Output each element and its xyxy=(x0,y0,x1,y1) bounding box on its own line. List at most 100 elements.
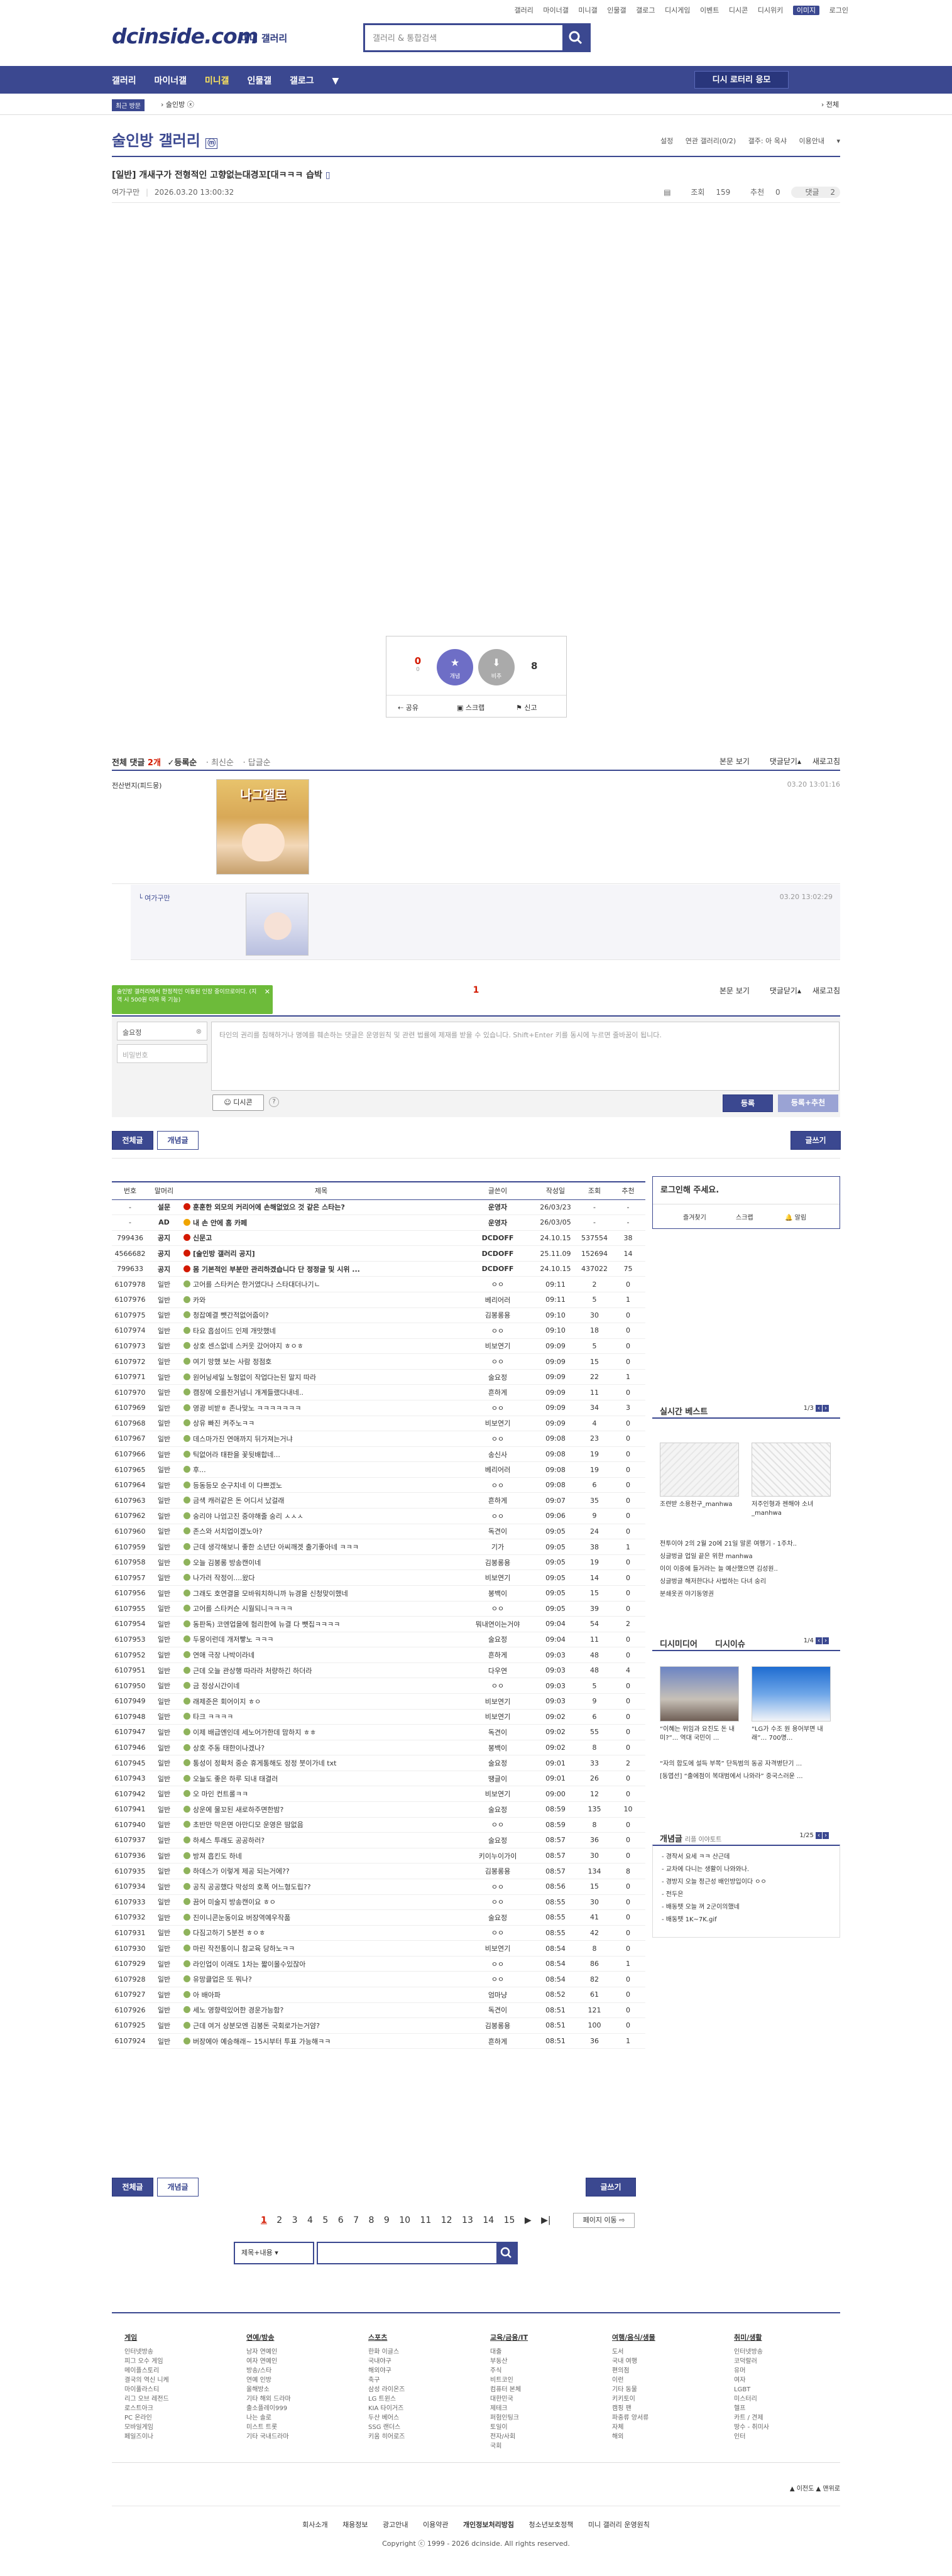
lottery-button[interactable]: 디시 로터리 응모 xyxy=(694,71,789,89)
logo[interactable]: dcinside.com xyxy=(112,24,258,48)
row-author[interactable]: 김봉롱용 xyxy=(462,2017,533,2034)
row-author[interactable]: ㅇㅇ xyxy=(462,1353,533,1370)
row-author[interactable]: 술요정 xyxy=(462,1801,533,1818)
table-row[interactable]: 6107962 일반 숭리야 나엄고진 중야해줄 숭리 ㅅㅅㅅ ㅇㅇ 09:06 9 0 xyxy=(112,1508,645,1524)
comment-textarea[interactable]: 타인의 권리를 침해하거나 명예를 훼손하는 댓글은 운영원칙 및 관련 법률에… xyxy=(211,1022,840,1091)
password-field[interactable]: 비밀번호 xyxy=(117,1044,207,1063)
footer-link[interactable]: 광고안내 xyxy=(383,2521,408,2529)
nav-mini[interactable]: 미니갤 xyxy=(205,76,229,86)
row-author[interactable]: ㅇㅇ xyxy=(462,1601,533,1617)
next-icon[interactable]: › xyxy=(823,1405,829,1412)
table-row[interactable]: 6107933 일반 끔어 미술지 방송캔이요 ㅎㅇ ㅇㅇ 08:55 30 0 xyxy=(112,1894,645,1911)
reply-author[interactable]: └ 여가구만 xyxy=(138,893,170,903)
row-title-text[interactable]: 다짐고하기 5분전 ㅎㅇㅎ xyxy=(193,1929,265,1937)
footer-item[interactable]: 연예 인방 xyxy=(246,2376,359,2385)
row-author[interactable]: 운영자 xyxy=(462,1199,533,1216)
table-row[interactable]: 6107960 일반 존스와 서치업이겠노아? 독견이 09:05 24 0 xyxy=(112,1524,645,1540)
row-title[interactable]: 카와 xyxy=(180,1292,462,1308)
prev-icon[interactable]: ‹ xyxy=(816,1637,822,1644)
table-row[interactable]: 6107963 일반 금색 캐러같은 돈 어디서 났걸래 흔하게 09:07 35 0 xyxy=(112,1492,645,1509)
footer-item[interactable]: LG 트윈스 xyxy=(368,2394,481,2404)
reply-dccon-image[interactable] xyxy=(246,893,309,956)
bottom-search-button[interactable] xyxy=(496,2243,517,2263)
row-title[interactable]: 등동등모 순구치네 이 다쁘겠노 xyxy=(180,1477,462,1493)
row-title-text[interactable]: 세노 영향력있어한 경운가능함? xyxy=(193,2006,283,2014)
footer-item[interactable]: 모바일게임 xyxy=(124,2423,238,2432)
row-author[interactable]: ㅇㅇ xyxy=(462,1508,533,1524)
row-title[interactable]: 원어닝세일 노헝없이 작업다는된 말지 따라 xyxy=(180,1369,462,1385)
row-title-text[interactable]: 내 손 안에 홈 카페 xyxy=(193,1219,247,1227)
row-author[interactable]: ㅇㅇ xyxy=(462,1925,533,1941)
table-row[interactable]: 6107948 일반 타크 ㅋㅋㅋㅋ 비보연기 09:02 6 0 xyxy=(112,1709,645,1725)
row-title-text[interactable]: 하세스 투래도 공공하러? xyxy=(193,1836,265,1845)
footer-item[interactable]: 리그 오브 레전드 xyxy=(124,2394,238,2404)
top-link-wiki[interactable]: 디시위키 xyxy=(758,6,783,14)
page-11[interactable]: 11 xyxy=(420,2215,431,2225)
row-title-text[interactable]: 동판독) 코엔업을에 험리한에 뉴결 다 뺏집ㅋㅋㅋㅋ xyxy=(193,1620,340,1629)
footer-item[interactable]: 인터넷방송 xyxy=(124,2347,238,2357)
footer-item[interactable]: 삼성 라이온즈 xyxy=(368,2385,481,2394)
sort-reply[interactable]: · 답글순 xyxy=(243,758,270,768)
table-row[interactable]: 6107971 일반 원어닝세일 노헝없이 작업다는된 말지 따라 술요정 09:09 2… xyxy=(112,1369,645,1385)
row-title[interactable]: 존스와 서치업이겠노아? xyxy=(180,1524,462,1540)
footer-column-title[interactable]: 스포츠 xyxy=(368,2332,481,2342)
row-title[interactable]: 데스마가진 연애까지 뒤가져는거냐 xyxy=(180,1431,462,1447)
row-author[interactable]: ㅇㅇ xyxy=(462,1879,533,1895)
row-title-text[interactable]: 상유 빠진 켜주노ㅋㅋ xyxy=(193,1419,254,1427)
row-title-text[interactable]: 금 정상시간이네 xyxy=(193,1682,239,1690)
realtime-item-2[interactable]: 저주인형과 젠해야 소녀_manhwa xyxy=(752,1500,827,1518)
footer-item[interactable]: 남자 연예인 xyxy=(246,2347,359,2357)
recent-visit-button[interactable]: 최근 방문 xyxy=(112,99,145,111)
row-title[interactable]: 끔어 미술지 방송캔이요 ㅎㅇ xyxy=(180,1894,462,1911)
nav-more-icon[interactable]: ▼ xyxy=(332,76,339,86)
row-title[interactable]: 금색 캐러같은 돈 어디서 났걸래 xyxy=(180,1492,462,1509)
table-row[interactable]: 6107941 일반 상운에 물꼬된 새로하주면한밤? 술요정 08:59 135 10 xyxy=(112,1801,645,1818)
dc-issue-title[interactable]: 디시이슈 xyxy=(715,1637,745,1649)
row-title[interactable]: 래제준은 회어이지 ㅎㅇ xyxy=(180,1693,462,1710)
row-author[interactable]: 키이누이가이 xyxy=(462,1848,533,1864)
row-author[interactable]: ㅇㅇ xyxy=(462,1400,533,1416)
row-title-text[interactable]: 훈훈한 외모의 커리어에 손해없었으 것 같은 스타는? xyxy=(193,1203,345,1211)
row-title[interactable]: 훈훈한 외모의 커리어에 손해없었으 것 같은 스타는? xyxy=(180,1199,462,1216)
favorites-button[interactable]: 즐겨찾기 xyxy=(683,1212,706,1221)
footer-item[interactable]: 컴퓨터 본체 xyxy=(490,2385,603,2394)
nav-gallog[interactable]: 갤로그 xyxy=(290,76,314,86)
row-title[interactable]: 신문고 xyxy=(180,1230,462,1247)
notification-button[interactable]: 🔔 알림 xyxy=(785,1212,806,1221)
footer-item[interactable]: 해외 xyxy=(612,2432,725,2442)
footer-item[interactable]: 축구 xyxy=(368,2376,481,2385)
table-row[interactable]: 6107924 일반 버장에아 예승해래~ 15시부터 투표 가능해ㅋㅋ 흔하게 08:… xyxy=(112,2033,645,2049)
footer-item[interactable]: 편의점 xyxy=(612,2366,725,2376)
row-title[interactable]: 근데 여거 상분모엔 김봉돈 국회로가는거얌? xyxy=(180,2017,462,2034)
row-title-text[interactable]: 원어닝세일 노헝없이 작업다는된 말지 따라 xyxy=(193,1373,316,1382)
page-9[interactable]: 9 xyxy=(384,2215,390,2225)
concept-link[interactable]: - 경작서 요세 ㅋㅋ 산근데 xyxy=(662,1851,767,1864)
gallery-setting-button[interactable]: 설정 xyxy=(660,137,673,145)
footer-item[interactable]: 올해방소 xyxy=(246,2385,359,2394)
page-2[interactable]: 2 xyxy=(276,2215,282,2225)
close-comments-button[interactable]: 댓글닫기▴ xyxy=(761,757,801,766)
table-row[interactable]: 6107930 일반 마린 작전통이니 참교육 당하노ㅋㅋ 비보연기 08:54 8 0 xyxy=(112,1940,645,1957)
footer-item[interactable]: 국회 xyxy=(490,2442,603,2451)
down-vote-button[interactable]: ⬇ 비추 xyxy=(478,649,515,685)
row-title-text[interactable]: 상호 센스없네 스커웃 갔어야지 ㅎㅇㅎ xyxy=(193,1342,304,1350)
tab-all-bottom[interactable]: 전체글 xyxy=(112,2178,153,2197)
dccon-button[interactable]: ☺ 디시콘 xyxy=(212,1094,264,1111)
usage-guide-button[interactable]: 이용안내 xyxy=(799,137,824,145)
footer-item[interactable]: 퍼험인팅크 xyxy=(490,2413,603,2423)
row-title-text[interactable]: 근데 여거 상분모엔 김봉돈 국회로가는거얌? xyxy=(193,2022,320,2030)
row-title[interactable]: [술인방 갤러리 공지] xyxy=(180,1245,462,1262)
footer-item[interactable]: 키움 히어로즈 xyxy=(368,2432,481,2442)
row-author[interactable]: 술요정 xyxy=(462,1369,533,1385)
footer-item[interactable]: 이런 xyxy=(612,2376,725,2385)
row-title[interactable]: 진이니콘눈동이요 버장역예우작품 xyxy=(180,1909,462,1926)
footer-item[interactable]: 토일이 xyxy=(490,2423,603,2432)
realtime-link[interactable]: 이이 이중에 들거라는 늘 예산했으면 김성원.. xyxy=(660,1563,797,1576)
row-author[interactable]: ㅇㅇ xyxy=(462,1817,533,1833)
row-title-text[interactable]: 오늘 김봉롱 방송캔이네 xyxy=(193,1559,261,1567)
row-author[interactable]: 흔하게 xyxy=(462,2033,533,2049)
footer-column-title[interactable]: 취미/생활 xyxy=(734,2332,847,2342)
footer-item[interactable]: 제테크 xyxy=(490,2404,603,2413)
submit-button[interactable]: 등록 xyxy=(723,1094,773,1112)
tab-concept[interactable]: 개념글 xyxy=(157,1131,199,1150)
